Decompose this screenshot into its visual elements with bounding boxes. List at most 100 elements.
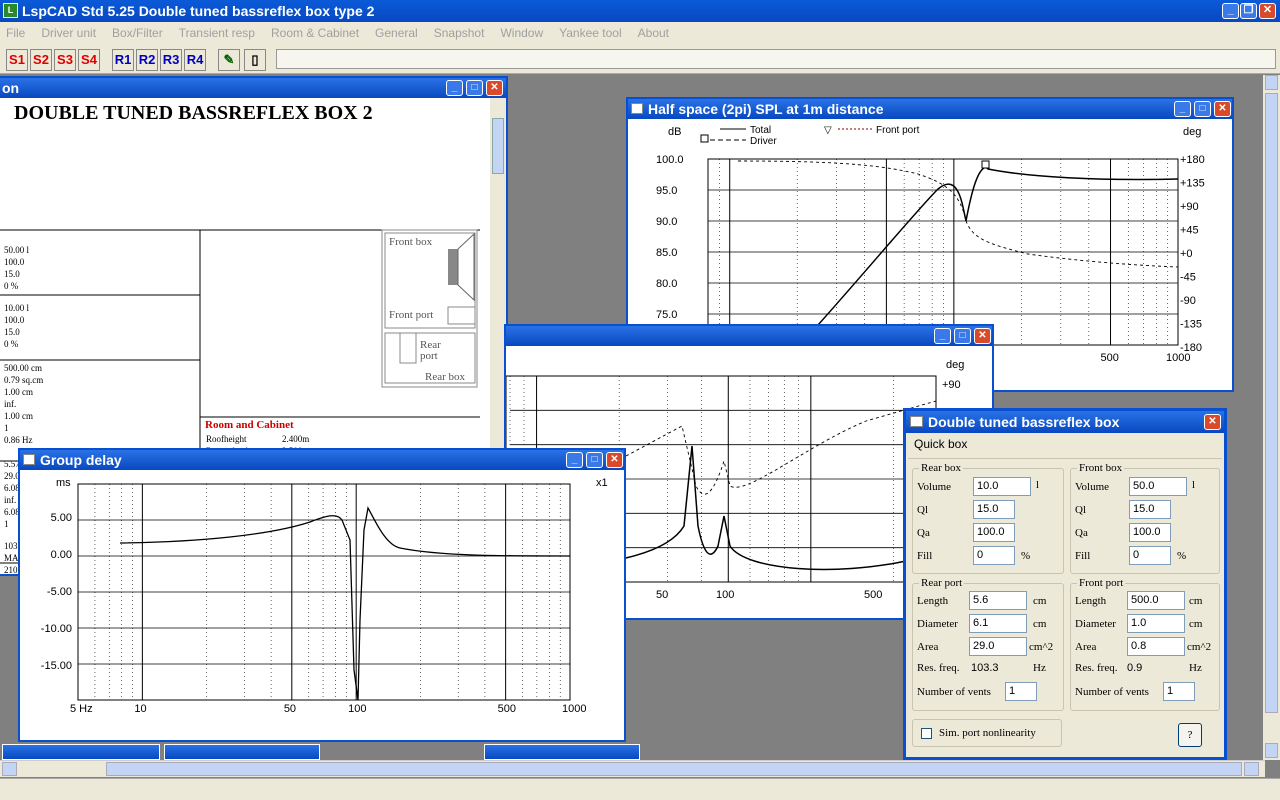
- horizontal-scrollbar[interactable]: [0, 760, 1265, 777]
- maximize-icon[interactable]: □: [586, 452, 603, 468]
- maximize-icon[interactable]: □: [1194, 101, 1211, 117]
- rear-diameter-unit: cm: [1033, 618, 1047, 630]
- rear-qa-label: Qa: [917, 527, 930, 539]
- rear-box-group: Rear box Volume 10.0 l Ql 15.0 Qa 100.0 …: [912, 462, 1064, 574]
- front-qa-input[interactable]: 100.0: [1129, 523, 1171, 542]
- front-ql-input[interactable]: 15.0: [1129, 500, 1171, 519]
- rear-vents-label: Number of vents: [917, 686, 991, 698]
- close-icon[interactable]: ✕: [606, 452, 623, 468]
- minimize-icon[interactable]: _: [1174, 101, 1191, 117]
- s1-button[interactable]: S1: [6, 49, 28, 71]
- minimize-icon[interactable]: _: [934, 328, 951, 344]
- front-length-unit: cm: [1189, 595, 1203, 607]
- menu-general[interactable]: General: [375, 26, 418, 40]
- spl-y2-tick: -135: [1180, 319, 1202, 331]
- rear-fill-unit: %: [1021, 550, 1031, 562]
- rear-area-label: Area: [917, 641, 939, 653]
- menu-box-filter[interactable]: Box/Filter: [112, 26, 163, 40]
- scrollbar-thumb[interactable]: [106, 762, 1242, 776]
- front-port-label: Front port: [1077, 577, 1126, 589]
- rear-length-label: Length: [917, 595, 949, 607]
- minimize-icon[interactable]: _: [566, 452, 583, 468]
- r2-button[interactable]: R2: [136, 49, 158, 71]
- front-vents-input[interactable]: 1: [1163, 682, 1195, 701]
- minimize-icon[interactable]: _: [1222, 3, 1239, 19]
- front-length-label: Length: [1075, 595, 1107, 607]
- group-delay-window: Group delay _ □ ✕ ms x1 5.00 0.00 -5.00 -10.0…: [18, 448, 626, 742]
- rear-diameter-input[interactable]: 6.1: [969, 614, 1027, 633]
- rear-res-unit: Hz: [1033, 662, 1046, 674]
- rear-volume-input[interactable]: 10.0: [973, 477, 1031, 496]
- diagram-rear-box: Rear box: [425, 371, 466, 383]
- menu-snapshot[interactable]: Snapshot: [434, 26, 485, 40]
- gd-x-tick: 100: [348, 703, 366, 715]
- front-volume-input[interactable]: 50.0: [1129, 477, 1187, 496]
- restore-icon[interactable]: ❐: [1240, 3, 1257, 19]
- scrollbar-thumb[interactable]: [492, 118, 504, 174]
- rear-fill-input[interactable]: 0: [973, 546, 1015, 565]
- menu-transient-resp[interactable]: Transient resp: [179, 26, 255, 40]
- menu-file[interactable]: File: [6, 26, 25, 40]
- gd-x-tick: 500: [498, 703, 516, 715]
- menu-yankee-tool[interactable]: Yankee tool: [559, 26, 622, 40]
- menu-driver-unit[interactable]: Driver unit: [41, 26, 96, 40]
- s3-button[interactable]: S3: [54, 49, 76, 71]
- menu-about[interactable]: About: [638, 26, 669, 40]
- room-cell: Roofheight: [206, 434, 247, 444]
- diagram-rear-port-b: port: [420, 350, 438, 362]
- rear-volume-unit: l: [1036, 479, 1040, 491]
- scroll-up-icon[interactable]: [1265, 75, 1278, 90]
- menu-window[interactable]: Window: [500, 26, 543, 40]
- phase-window-title-bar: _ □ ✕: [506, 326, 992, 346]
- close-icon[interactable]: ✕: [1214, 101, 1231, 117]
- front-length-input[interactable]: 500.0: [1127, 591, 1185, 610]
- sim-port-checkbox[interactable]: [921, 728, 932, 739]
- vertical-scrollbar[interactable]: [1263, 75, 1280, 760]
- r3-button[interactable]: R3: [160, 49, 182, 71]
- page-tool-icon[interactable]: ▯: [244, 49, 266, 71]
- report-value: 15.0: [4, 269, 20, 279]
- r1-button[interactable]: R1: [112, 49, 134, 71]
- menu-bar: File Driver unit Box/Filter Transient resp R…: [0, 22, 1280, 44]
- minimized-window-1[interactable]: [2, 744, 160, 760]
- help-button[interactable]: ?: [1178, 723, 1202, 747]
- maximize-icon[interactable]: □: [954, 328, 971, 344]
- report-value: 100.0: [4, 315, 25, 325]
- front-fill-input[interactable]: 0: [1129, 546, 1171, 565]
- scrollbar-thumb[interactable]: [1265, 93, 1278, 713]
- menu-room-cabinet[interactable]: Room & Cabinet: [271, 26, 359, 40]
- chart-window-icon: [631, 103, 643, 114]
- minimized-window-2[interactable]: [164, 744, 320, 760]
- scroll-down-icon[interactable]: [1265, 743, 1278, 758]
- rear-box-label: Rear box: [919, 462, 964, 474]
- r4-button[interactable]: R4: [184, 49, 206, 71]
- app-icon[interactable]: L: [3, 3, 18, 18]
- phase-x-tick: 500: [864, 589, 882, 601]
- rear-vents-input[interactable]: 1: [1005, 682, 1037, 701]
- s4-button[interactable]: S4: [78, 49, 100, 71]
- s2-button[interactable]: S2: [30, 49, 52, 71]
- report-value: 0.86 Hz: [4, 435, 33, 445]
- report-value: 100.0: [4, 257, 25, 267]
- close-icon[interactable]: ✕: [1259, 3, 1276, 19]
- close-icon[interactable]: ✕: [1204, 414, 1221, 430]
- scroll-right-icon[interactable]: [1244, 762, 1259, 776]
- scroll-left-icon[interactable]: [2, 762, 17, 776]
- close-icon[interactable]: ✕: [974, 328, 991, 344]
- rear-qa-input[interactable]: 100.0: [973, 523, 1015, 542]
- front-box-label: Front box: [1077, 462, 1125, 474]
- front-port-group: Front port Length 500.0 cm Diameter 1.0 …: [1070, 577, 1220, 711]
- room-cell: 2.400m: [282, 434, 310, 444]
- minimized-window-3[interactable]: [484, 744, 640, 760]
- front-area-input[interactable]: 0.8: [1127, 637, 1185, 656]
- front-box-group: Front box Volume 50.0 l Ql 15.0 Qa 100.0…: [1070, 462, 1220, 574]
- front-diameter-input[interactable]: 1.0: [1127, 614, 1185, 633]
- rear-res-value: 103.3: [971, 662, 999, 674]
- front-fill-label: Fill: [1075, 550, 1091, 562]
- rear-area-input[interactable]: 29.0: [969, 637, 1027, 656]
- gd-scale: x1: [596, 477, 608, 489]
- graph-tool-icon[interactable]: ✎: [218, 49, 240, 71]
- rear-ql-input[interactable]: 15.0: [973, 500, 1015, 519]
- divider: [908, 458, 1222, 459]
- rear-length-input[interactable]: 5.6: [969, 591, 1027, 610]
